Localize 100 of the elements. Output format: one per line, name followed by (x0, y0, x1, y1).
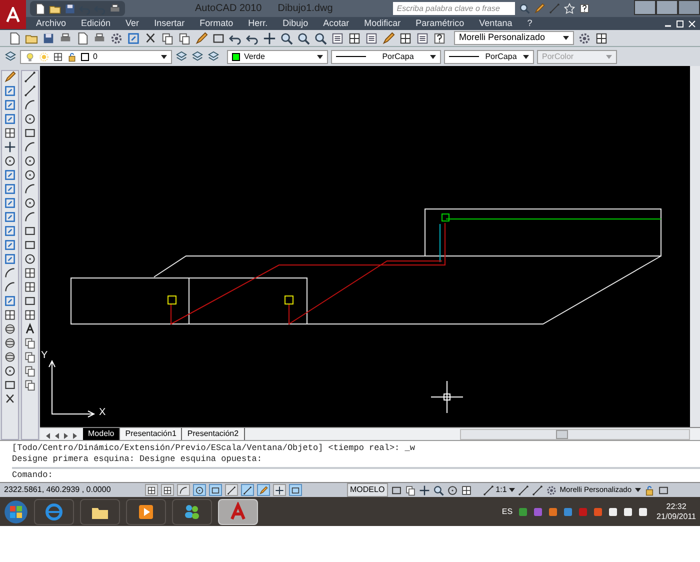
horizontal-scrollbar[interactable] (460, 429, 690, 440)
caret-icon[interactable] (161, 54, 167, 58)
menu-item[interactable]: Dibujo (282, 16, 308, 30)
menu-item[interactable]: Archivo (36, 16, 66, 30)
pencil-icon[interactable] (4, 71, 16, 83)
table-icon[interactable] (24, 309, 36, 321)
properties-icon[interactable] (331, 32, 344, 44)
bulb-icon[interactable] (25, 52, 35, 62)
layout-tab[interactable]: Presentación2 (182, 428, 245, 440)
annotation-scale[interactable]: 1:1 (496, 484, 507, 496)
polyline-icon[interactable] (24, 99, 36, 111)
command-line[interactable]: Comando: (12, 469, 700, 482)
rectangle-icon[interactable] (24, 127, 36, 139)
layer-dropdown[interactable]: 0 (20, 50, 172, 64)
settings-icon[interactable] (578, 32, 591, 44)
clock-time[interactable]: 22:32 (666, 502, 686, 512)
close-button[interactable] (678, 0, 700, 15)
new-icon[interactable] (34, 2, 46, 14)
vertical-scrollbar[interactable] (690, 66, 700, 427)
zoom-window-icon[interactable] (297, 32, 310, 44)
taskbar-app[interactable] (80, 498, 120, 524)
caret-icon[interactable] (430, 54, 436, 58)
save-icon[interactable] (42, 32, 55, 44)
workspace-dropdown[interactable]: Morelli Personalizado (454, 31, 574, 45)
drawing-canvas[interactable]: Y X (40, 66, 700, 427)
menu-item[interactable]: Acotar (323, 16, 350, 30)
caret-icon[interactable] (508, 488, 515, 492)
help-icon[interactable] (433, 32, 446, 44)
restore-button[interactable] (656, 0, 678, 15)
taskbar-app[interactable] (172, 498, 212, 524)
caret-icon[interactable] (523, 54, 529, 58)
pan-icon[interactable] (418, 484, 430, 496)
array-icon[interactable] (4, 127, 16, 139)
arc-icon[interactable] (24, 141, 36, 153)
menu-item[interactable]: Ventana (479, 16, 512, 30)
menu-item[interactable]: ? (527, 16, 532, 30)
circle-icon[interactable] (24, 155, 36, 167)
print-icon[interactable] (59, 32, 72, 44)
menu-item[interactable]: Edición (81, 16, 111, 30)
language-indicator[interactable]: ES (502, 506, 513, 518)
search-field[interactable]: Escriba palabra clave o frase (392, 2, 515, 15)
star-icon[interactable] (564, 3, 575, 14)
sphere-icon[interactable] (4, 337, 16, 349)
status-toggle[interactable] (257, 484, 270, 496)
command-history-line: [Todo/Centro/Dinámico/Extensión/Previo/EScala/Ventana/Objeto] <tiempo real>: _w (12, 443, 416, 454)
menu-item[interactable]: Formato (200, 16, 234, 30)
text-icon[interactable] (24, 323, 36, 335)
layout-tab[interactable]: Presentación1 (120, 428, 182, 440)
status-toggle[interactable] (145, 484, 158, 496)
grid-icon[interactable] (4, 309, 16, 321)
layer-manager-icon[interactable] (4, 50, 17, 63)
status-toggle[interactable] (225, 484, 238, 496)
status-toggle[interactable] (177, 484, 190, 496)
menu-item[interactable]: Herr. (248, 16, 268, 30)
sphere-icon[interactable] (4, 323, 16, 335)
menu-item[interactable]: Insertar (154, 16, 185, 30)
close-icon[interactable] (688, 20, 696, 28)
move-icon[interactable] (4, 141, 16, 153)
scroll-thumb[interactable] (556, 430, 568, 439)
lock-icon[interactable] (644, 484, 654, 496)
sphere-icon[interactable] (4, 351, 16, 363)
model-button[interactable]: MODELO (347, 483, 388, 497)
status-toggle[interactable] (193, 484, 206, 496)
zoom-previous-icon[interactable] (314, 32, 327, 44)
menu-item[interactable]: Modificar (364, 16, 401, 30)
status-toggle[interactable] (209, 484, 222, 496)
application-button[interactable] (0, 0, 26, 29)
restore-icon[interactable] (676, 20, 684, 28)
lock-icon[interactable] (67, 52, 77, 62)
caret-icon[interactable] (634, 488, 640, 492)
caret-icon[interactable] (563, 36, 569, 40)
print-icon[interactable] (109, 2, 121, 14)
linetype-dropdown[interactable]: PorCapa (331, 50, 441, 64)
taskbar-app[interactable] (126, 498, 166, 524)
paste-icon[interactable] (178, 32, 191, 44)
status-toggle[interactable] (161, 484, 174, 496)
minimize-button[interactable] (634, 0, 656, 15)
caret-icon[interactable] (317, 54, 323, 58)
settings-icon[interactable] (546, 484, 557, 496)
zoom-icon[interactable] (432, 484, 444, 496)
clock-date[interactable]: 21/09/2011 (656, 512, 696, 522)
zoom-icon[interactable] (280, 32, 293, 44)
menu-item[interactable]: Paramétrico (416, 16, 464, 30)
status-toggle[interactable] (273, 484, 286, 496)
pan-icon[interactable] (263, 32, 276, 44)
lineweight-dropdown[interactable]: PorCapa (444, 50, 534, 64)
logo-icon (5, 6, 21, 22)
line-icon[interactable] (24, 71, 36, 83)
document-title: Dibujo1.dwg (278, 2, 333, 16)
color-dropdown[interactable]: Verde (227, 50, 328, 64)
start-button[interactable] (4, 500, 28, 524)
menu-item[interactable]: Ver (126, 16, 140, 30)
delete-icon[interactable] (4, 393, 16, 405)
save-icon[interactable] (64, 2, 76, 14)
cut-icon[interactable] (144, 32, 157, 44)
help-icon[interactable] (578, 3, 590, 14)
line-icon[interactable] (24, 85, 36, 97)
status-toggle[interactable] (289, 484, 302, 496)
layout-tab[interactable]: Modelo (83, 428, 120, 440)
status-toggle[interactable] (241, 484, 254, 496)
